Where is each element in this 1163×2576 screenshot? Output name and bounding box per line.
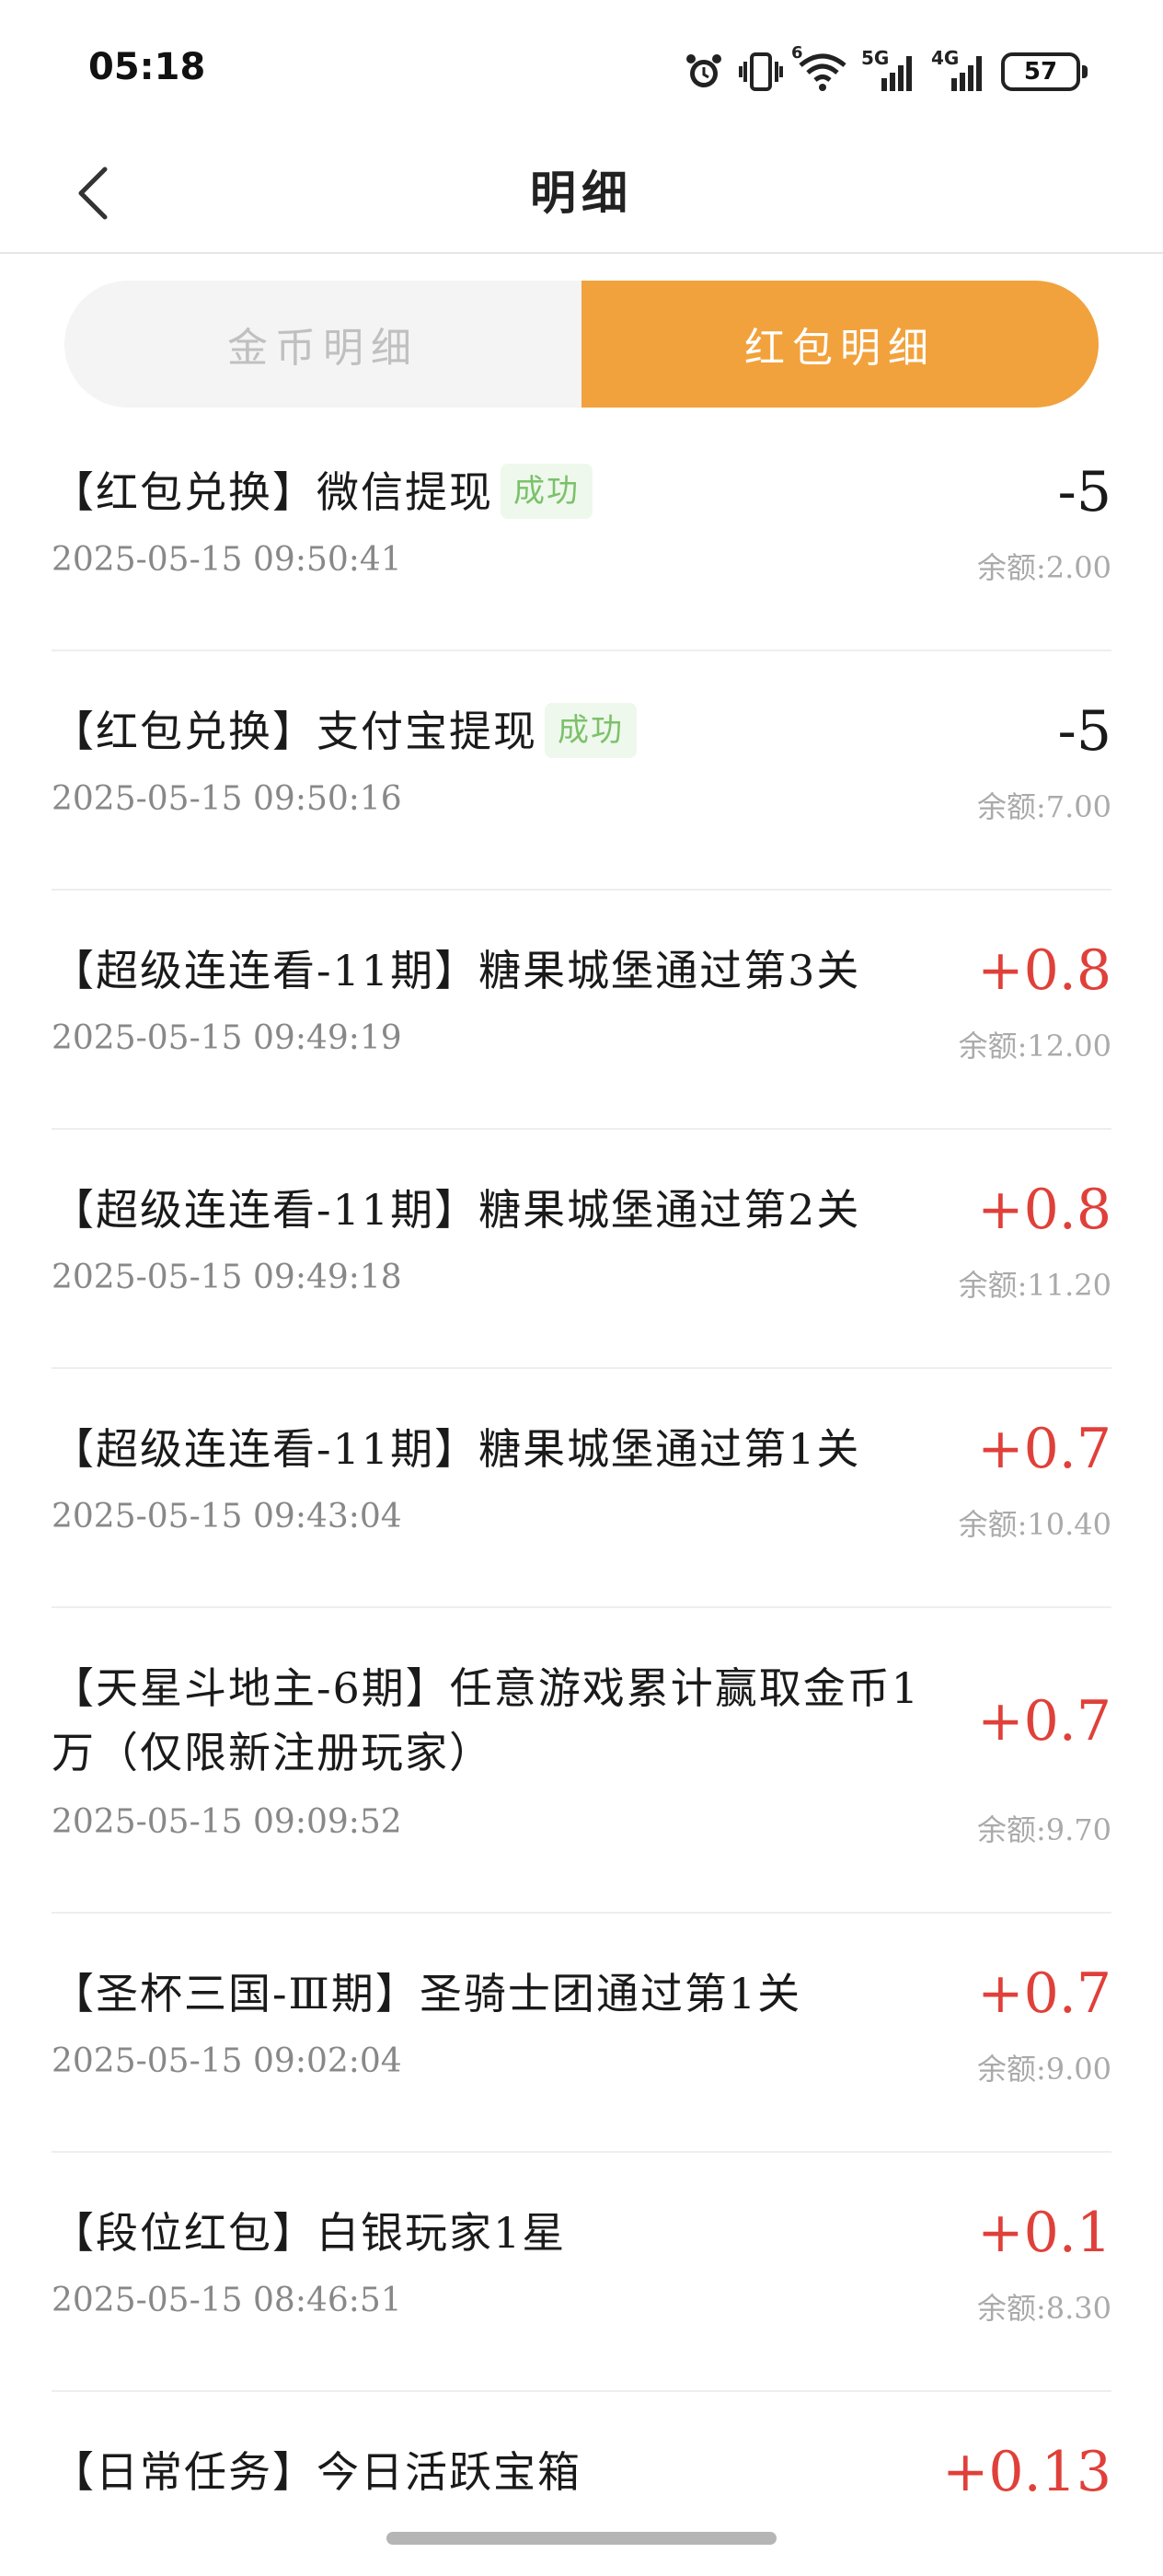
- record-title-text: 【红包兑换】支付宝提现: [52, 707, 537, 756]
- tab-coin-details[interactable]: 金币明细: [64, 281, 582, 408]
- record-time: 2025-05-15 08:46:51: [52, 2282, 402, 2319]
- record-balance: 余额:8.30: [976, 2291, 1111, 2326]
- list-item[interactable]: 【圣杯三国-Ⅲ期】圣骑士团通过第1关 2025-05-15 09:02:04 +…: [52, 1914, 1111, 2153]
- signal-4g-label: 4G: [931, 47, 960, 69]
- record-title: 【天星斗地主-6期】任意游戏累计赢取金币1万（仅限新注册玩家）: [52, 1663, 921, 1777]
- page: 05:18 6 5G 4G 57 明细 金币明细 红包明细 【红包兑换】微信提现…: [0, 0, 1163, 2576]
- record-balance: 余额:9.00: [976, 2052, 1111, 2087]
- record-amount: +0.8: [977, 1178, 1111, 1242]
- list-item[interactable]: 【超级连连看-11期】糖果城堡通过第3关 2025-05-15 09:49:19…: [52, 891, 1111, 1130]
- wifi-6-label: 6: [791, 43, 803, 63]
- list-item[interactable]: 【红包兑换】微信提现 成功 2025-05-15 09:50:41 -5 余额:2…: [52, 412, 1111, 651]
- page-title: 明细: [530, 166, 633, 220]
- record-title: 【超级连连看-11期】糖果城堡通过第2关: [52, 1185, 861, 1235]
- record-amount: -5: [1057, 699, 1111, 764]
- record-time: 2025-05-15 09:50:41: [52, 541, 402, 579]
- record-balance: 余额:10.40: [958, 1507, 1111, 1542]
- record-time: 2025-05-15 09:50:16: [52, 780, 402, 818]
- record-balance: 余额:2.00: [976, 550, 1111, 585]
- status-icons: 6 5G 4G 57: [683, 43, 1088, 98]
- signal-5g-label: 5G: [861, 47, 890, 69]
- record-title-text: 【红包兑换】微信提现: [52, 467, 493, 517]
- record-balance: 余额:9.70: [976, 1812, 1111, 1847]
- record-title: 【圣杯三国-Ⅲ期】圣骑士团通过第1关: [52, 1969, 802, 2018]
- record-time: 2025-05-15 09:43:04: [52, 1498, 402, 1535]
- record-amount: +0.8: [977, 938, 1111, 1003]
- tab-redpacket-details[interactable]: 红包明细: [582, 281, 1099, 408]
- record-amount: +0.7: [977, 1689, 1111, 1754]
- record-balance: 余额:11.20: [958, 1268, 1111, 1303]
- record-title: 【红包兑换】微信提现 成功: [52, 460, 935, 524]
- vibrate-icon: [738, 51, 784, 93]
- alarm-icon: [683, 51, 725, 93]
- battery-icon: 57: [1001, 52, 1088, 91]
- status-time: 05:18: [88, 46, 206, 88]
- list-item[interactable]: 【红包兑换】支付宝提现 成功 2025-05-15 09:50:16 -5 余额:…: [52, 651, 1111, 891]
- list-item[interactable]: 【日常任务】今日活跃宝箱 +0.13: [52, 2392, 1111, 2576]
- signal-5g-icon: 5G: [861, 47, 918, 93]
- record-amount: +0.13: [942, 2440, 1111, 2504]
- status-badge: 成功: [545, 703, 637, 758]
- record-title: 【超级连连看-11期】糖果城堡通过第1关: [52, 1424, 861, 1474]
- record-amount: +0.7: [977, 1961, 1111, 2026]
- list-item[interactable]: 【段位红包】白银玩家1星 2025-05-15 08:46:51 +0.1 余额…: [52, 2153, 1111, 2392]
- status-badge: 成功: [501, 464, 593, 519]
- record-amount: +0.7: [977, 1417, 1111, 1481]
- record-amount: +0.1: [977, 2201, 1111, 2265]
- record-time: 2025-05-15 09:09:52: [52, 1803, 402, 1841]
- records-list: 【红包兑换】微信提现 成功 2025-05-15 09:50:41 -5 余额:2…: [52, 412, 1111, 2576]
- record-title: 【段位红包】白银玩家1星: [52, 2208, 567, 2258]
- record-title: 【超级连连看-11期】糖果城堡通过第3关: [52, 946, 861, 995]
- record-time: 2025-05-15 09:02:04: [52, 2042, 402, 2080]
- wifi-icon: 6: [791, 43, 848, 93]
- record-time: 2025-05-15 09:49:18: [52, 1259, 402, 1296]
- record-balance: 余额:7.00: [976, 789, 1111, 824]
- list-item[interactable]: 【超级连连看-11期】糖果城堡通过第1关 2025-05-15 09:43:04…: [52, 1369, 1111, 1608]
- tab-bar: 金币明细 红包明细: [64, 281, 1099, 408]
- record-balance: 余额:12.00: [958, 1029, 1111, 1064]
- list-item[interactable]: 【超级连连看-11期】糖果城堡通过第2关 2025-05-15 09:49:18…: [52, 1130, 1111, 1369]
- status-bar: 05:18 6 5G 4G 57: [0, 0, 1163, 129]
- home-indicator[interactable]: [386, 2532, 777, 2545]
- list-item[interactable]: 【天星斗地主-6期】任意游戏累计赢取金币1万（仅限新注册玩家） 2025-05-…: [52, 1608, 1111, 1914]
- signal-4g-icon: 4G: [931, 47, 988, 93]
- record-title: 【红包兑换】支付宝提现 成功: [52, 699, 935, 764]
- record-title: 【日常任务】今日活跃宝箱: [52, 2447, 582, 2497]
- record-amount: -5: [1057, 460, 1111, 524]
- record-time: 2025-05-15 09:49:19: [52, 1019, 402, 1057]
- header: 明细: [0, 129, 1163, 254]
